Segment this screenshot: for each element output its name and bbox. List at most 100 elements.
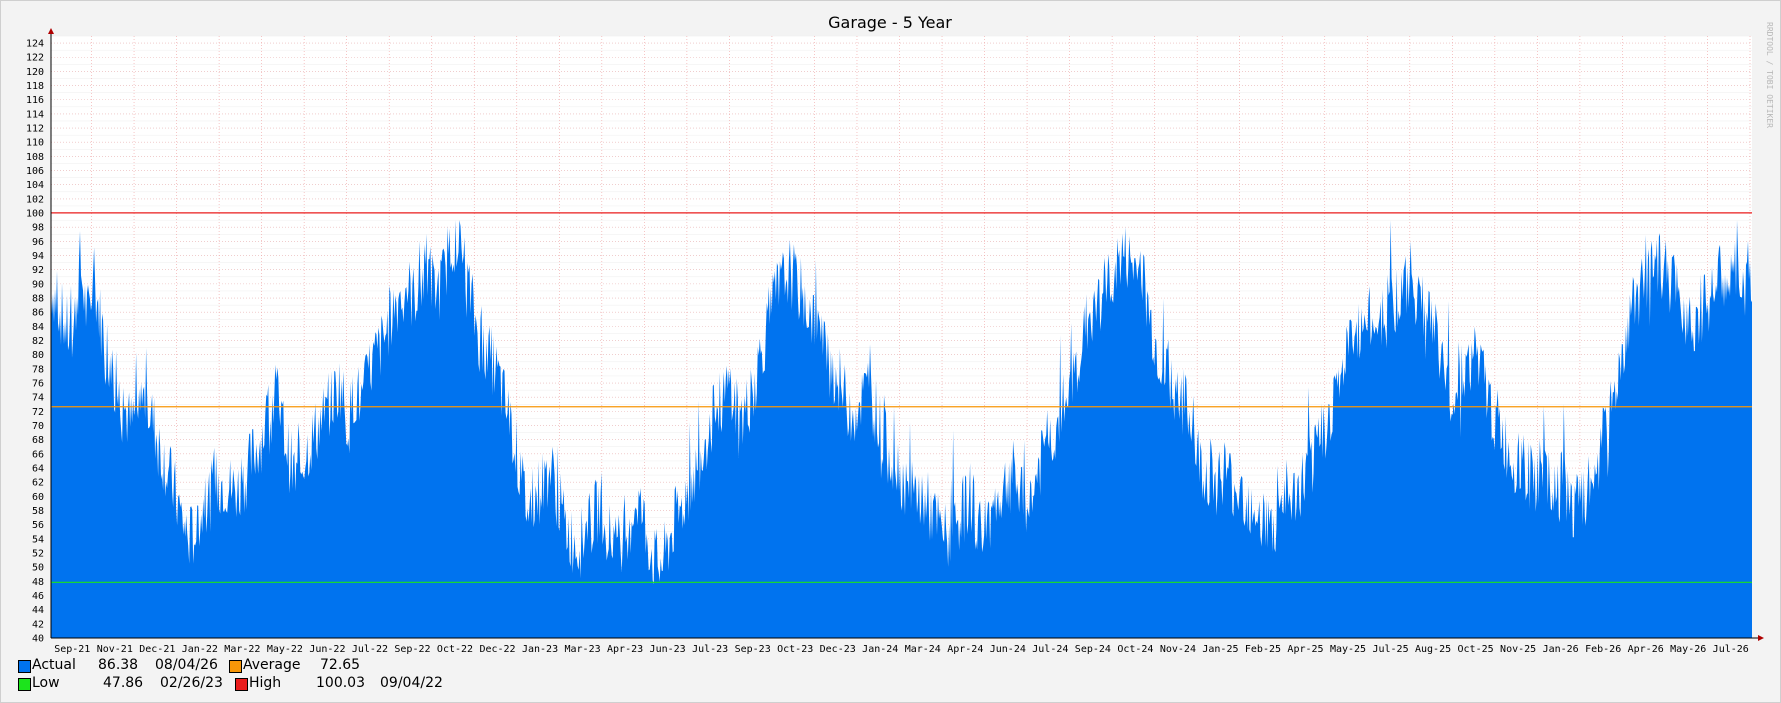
x-tick-label: Apr-26 xyxy=(1628,644,1664,655)
y-tick-label: 54 xyxy=(32,534,44,545)
x-tick-label: Nov-21 xyxy=(97,644,133,655)
y-tick-label: 70 xyxy=(32,421,44,432)
y-tick-label: 60 xyxy=(32,492,44,503)
x-tick-label: Dec-22 xyxy=(479,644,515,655)
chart-title: Garage - 5 Year xyxy=(828,13,952,32)
x-tick-label: Jan-25 xyxy=(1202,644,1238,655)
legend-value: 86.38 xyxy=(98,657,139,673)
y-tick-label: 64 xyxy=(32,464,44,475)
x-tick-label: Jul-25 xyxy=(1372,644,1408,655)
x-tick-label: Jul-22 xyxy=(352,644,388,655)
y-tick-label: 42 xyxy=(32,619,44,630)
legend-date: 08/04/26 xyxy=(155,657,218,673)
x-tick-label: Jul-24 xyxy=(1032,644,1068,655)
x-axis-arrow xyxy=(1758,635,1764,641)
x-tick-label: May-25 xyxy=(1330,644,1366,655)
y-tick-label: 122 xyxy=(26,53,44,64)
y-tick-label: 56 xyxy=(32,520,44,531)
y-tick-label: 62 xyxy=(32,478,44,489)
y-tick-labels: 40 42 44 46 48 50 52 54 56 58 60 62 64 66 68 70 72 74 76 78… xyxy=(26,39,44,645)
x-tick-label: Oct-25 xyxy=(1458,644,1494,655)
legend-label: High xyxy=(249,675,282,691)
legend-date: 09/04/22 xyxy=(380,675,443,691)
x-tick-label: Apr-24 xyxy=(947,644,983,655)
x-tick-label: Feb-26 xyxy=(1585,644,1621,655)
x-tick-label: Oct-24 xyxy=(1117,644,1153,655)
y-tick-label: 50 xyxy=(32,563,44,574)
y-tick-label: 82 xyxy=(32,336,44,347)
y-tick-label: 118 xyxy=(26,81,44,92)
y-tick-label: 48 xyxy=(32,577,44,588)
x-tick-label: Jun-23 xyxy=(650,644,686,655)
x-tick-label: Mar-22 xyxy=(224,644,260,655)
y-tick-label: 102 xyxy=(26,194,44,205)
legend-label: Average xyxy=(243,657,301,673)
y-tick-label: 94 xyxy=(32,251,44,262)
y-tick-label: 104 xyxy=(26,180,44,191)
x-tick-label: Apr-25 xyxy=(1287,644,1323,655)
x-tick-label: Feb-25 xyxy=(1245,644,1281,655)
x-tick-label: Nov-24 xyxy=(1160,644,1196,655)
x-tick-label: Jun-22 xyxy=(309,644,345,655)
y-tick-label: 116 xyxy=(26,95,44,106)
legend-swatch-average xyxy=(229,660,242,673)
x-tick-label: May-26 xyxy=(1670,644,1706,655)
x-tick-label: Jan-24 xyxy=(862,644,898,655)
x-tick-label: Dec-21 xyxy=(139,644,175,655)
y-tick-label: 86 xyxy=(32,308,44,319)
x-tick-label: Sep-23 xyxy=(735,644,771,655)
legend-swatch-high xyxy=(235,678,248,691)
legend-label: Actual xyxy=(32,657,76,673)
x-tick-label: Jan-22 xyxy=(182,644,218,655)
y-tick-label: 90 xyxy=(32,279,44,290)
x-tick-label: Jul-23 xyxy=(692,644,728,655)
x-tick-label: Jan-23 xyxy=(522,644,558,655)
y-tick-label: 74 xyxy=(32,393,44,404)
y-axis-arrow xyxy=(48,28,54,34)
y-tick-label: 40 xyxy=(32,634,44,645)
x-tick-label: Aug-25 xyxy=(1415,644,1451,655)
y-tick-label: 80 xyxy=(32,350,44,361)
y-tick-label: 76 xyxy=(32,379,44,390)
y-tick-label: 100 xyxy=(26,209,44,220)
y-tick-label: 78 xyxy=(32,364,44,375)
y-tick-label: 92 xyxy=(32,265,44,276)
legend-value: 100.03 xyxy=(316,675,365,691)
y-tick-label: 72 xyxy=(32,407,44,418)
x-tick-label: Oct-22 xyxy=(437,644,473,655)
x-tick-label: Oct-23 xyxy=(777,644,813,655)
y-tick-label: 124 xyxy=(26,39,44,50)
y-tick-label: 84 xyxy=(32,322,44,333)
y-tick-label: 112 xyxy=(26,124,44,135)
x-tick-label: Nov-25 xyxy=(1500,644,1536,655)
legend-swatch-low xyxy=(18,678,31,691)
y-tick-label: 106 xyxy=(26,166,44,177)
y-tick-label: 98 xyxy=(32,223,44,234)
x-tick-label: Jun-24 xyxy=(990,644,1026,655)
y-tick-label: 44 xyxy=(32,605,44,616)
x-tick-label: Apr-23 xyxy=(607,644,643,655)
legend-label: Low xyxy=(32,675,60,691)
x-tick-labels: Sep-21 Nov-21 Dec-21 Jan-22 Mar-22 May-22 Jun-… xyxy=(54,644,1749,655)
y-tick-label: 52 xyxy=(32,549,44,560)
x-tick-label: Jan-26 xyxy=(1543,644,1579,655)
y-tick-label: 114 xyxy=(26,109,44,120)
y-tick-label: 46 xyxy=(32,591,44,602)
x-tick-label: Sep-22 xyxy=(394,644,430,655)
legend-swatch-actual xyxy=(18,660,31,673)
y-tick-label: 120 xyxy=(26,67,44,78)
y-tick-label: 96 xyxy=(32,237,44,248)
y-tick-label: 108 xyxy=(26,152,44,163)
x-tick-label: Sep-24 xyxy=(1075,644,1111,655)
y-tick-label: 66 xyxy=(32,449,44,460)
y-tick-label: 88 xyxy=(32,294,44,305)
chart: Garage - 5 Year RRDTOOL / TOBI OETIKER 4… xyxy=(0,0,1781,703)
x-tick-label: May-22 xyxy=(267,644,303,655)
x-tick-label: Mar-23 xyxy=(565,644,601,655)
y-tick-label: 58 xyxy=(32,506,44,517)
watermark: RRDTOOL / TOBI OETIKER xyxy=(1765,22,1774,128)
x-tick-label: Dec-23 xyxy=(820,644,856,655)
x-tick-label: Mar-24 xyxy=(905,644,941,655)
legend-value: 72.65 xyxy=(320,657,361,673)
legend-date: 02/26/23 xyxy=(160,675,223,691)
